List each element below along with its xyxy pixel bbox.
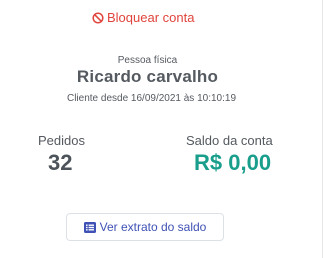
block-account-link[interactable]: Bloquear conta bbox=[92, 10, 194, 25]
block-account-label: Bloquear conta bbox=[107, 10, 195, 25]
balance-value: R$ 0,00 bbox=[194, 150, 272, 175]
balance-label: Saldo da conta bbox=[186, 133, 273, 148]
customer-summary-panel: Bloquear conta Pessoa física Ricardo car… bbox=[0, 0, 323, 258]
person-type: Pessoa física bbox=[117, 55, 178, 66]
ban-icon bbox=[92, 11, 104, 24]
customer-name: Ricardo carvalho bbox=[76, 67, 219, 86]
customer-since: Cliente desde 16/09/2021 às 10:10:19 bbox=[66, 93, 237, 104]
view-statement-label: Ver extrato do saldo bbox=[99, 220, 207, 234]
list-alt-icon bbox=[83, 221, 96, 233]
orders-value: 32 bbox=[48, 150, 73, 175]
orders-label: Pedidos bbox=[38, 133, 85, 148]
view-statement-button[interactable]: Ver extrato do saldo bbox=[66, 213, 224, 241]
